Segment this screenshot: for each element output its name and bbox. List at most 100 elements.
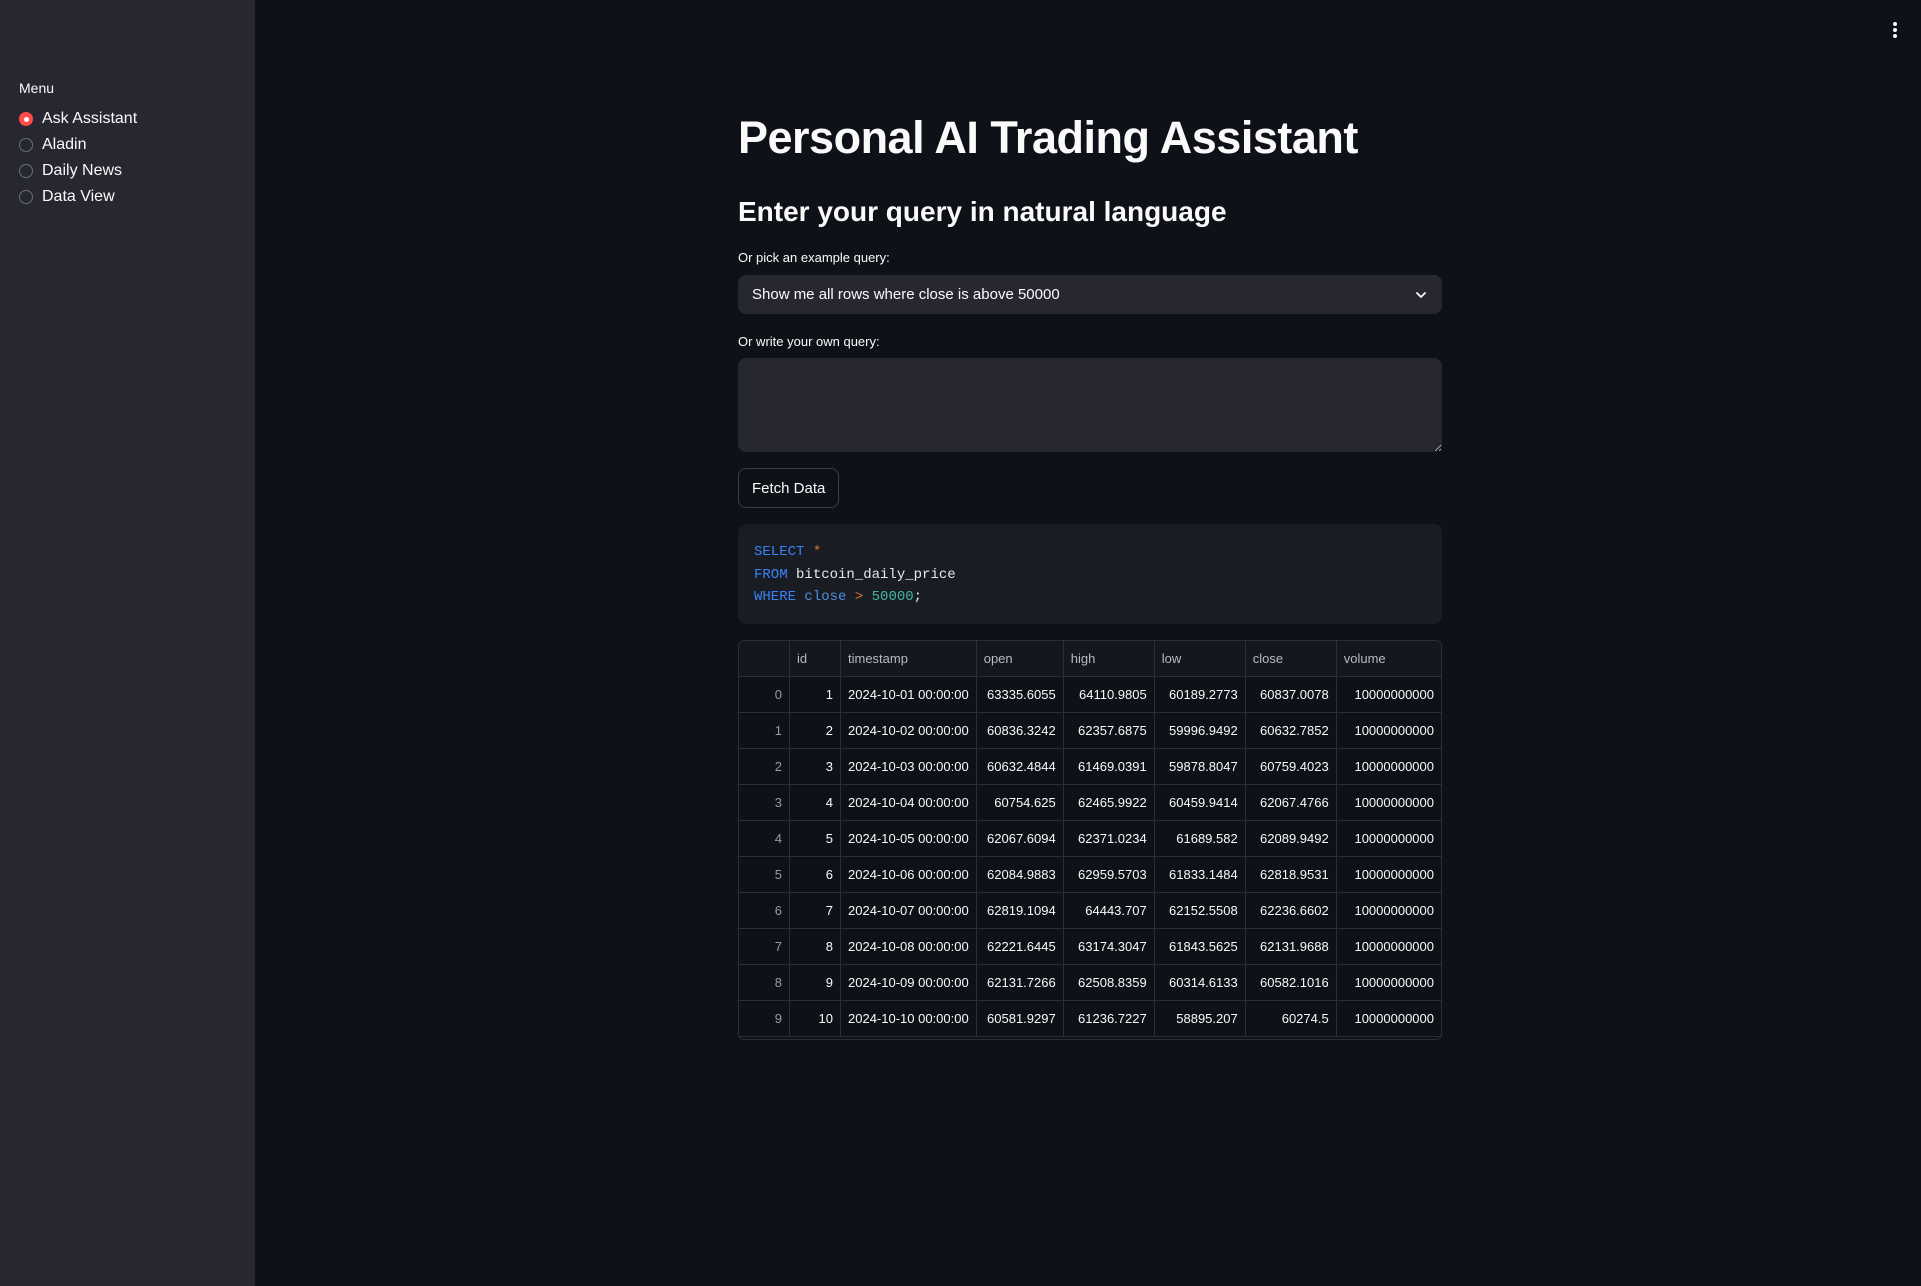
cell-volume[interactable]: 10000000000 [1336,892,1441,929]
cell-volume[interactable]: 10000000000 [1336,1000,1441,1037]
cell-volume[interactable]: 10000000000 [1336,820,1441,857]
cell-index[interactable]: 3 [739,784,790,821]
cell-volume[interactable]: 10000000000 [1336,712,1441,749]
example-query-select[interactable]: Show me all rows where close is above 50… [738,275,1442,314]
cell-open[interactable]: 60836.3242 [976,712,1064,749]
cell-volume[interactable]: 10000000000 [1336,928,1441,965]
own-query-textarea[interactable] [738,358,1442,452]
radio-selected-icon[interactable] [19,112,33,126]
cell-high[interactable]: 62508.8359 [1063,964,1155,1001]
table-row[interactable]: 0 1 2024-10-01 00:00:00 63335.6055 64110.980… [739,676,1441,713]
cell-timestamp[interactable]: 2024-10-01 00:00:00 [840,676,977,713]
cell-close[interactable]: 62236.6602 [1245,892,1337,929]
cell-timestamp[interactable]: 2024-10-08 00:00:00 [840,928,977,965]
cell-id[interactable]: 5 [789,820,841,857]
column-header-timestamp[interactable]: timestamp [840,641,977,677]
cell-close[interactable]: 60274.5 [1245,1000,1337,1037]
cell-index[interactable]: 9 [739,1000,790,1037]
cell-open[interactable]: 63335.6055 [976,676,1064,713]
cell-index[interactable]: 4 [739,820,790,857]
cell-timestamp[interactable]: 2024-10-02 00:00:00 [840,712,977,749]
fetch-data-button[interactable]: Fetch Data [738,468,840,508]
cell-index[interactable]: 0 [739,676,790,713]
table-row[interactable]: 9 10 2024-10-10 00:00:00 60581.9297 61236.72… [739,1000,1441,1037]
cell-timestamp[interactable]: 2024-10-07 00:00:00 [840,892,977,929]
cell-id[interactable]: 2 [789,712,841,749]
cell-low[interactable]: 61843.5625 [1154,928,1246,965]
cell-high[interactable]: 64110.9805 [1063,676,1155,713]
cell-index[interactable]: 5 [739,856,790,893]
cell-close[interactable]: 60837.0078 [1245,676,1337,713]
table-row[interactable]: 1 2 2024-10-02 00:00:00 60836.3242 62357.687… [739,712,1441,749]
column-header-id[interactable]: id [789,641,841,677]
cell-low[interactable]: 61689.582 [1154,820,1246,857]
cell-close[interactable]: 60759.4023 [1245,748,1337,785]
kebab-vertical-icon[interactable] [1891,20,1899,40]
cell-high[interactable]: 62959.5703 [1063,856,1155,893]
menu-item-ask-assistant[interactable]: Ask Assistant [19,106,137,132]
radio-unselected-icon[interactable] [19,164,33,178]
cell-high[interactable]: 62357.6875 [1063,712,1155,749]
menu-item-data-view[interactable]: Data View [19,184,137,210]
cell-id[interactable]: 10 [789,1000,841,1037]
cell-index[interactable]: 8 [739,964,790,1001]
cell-close[interactable]: 60632.7852 [1245,712,1337,749]
cell-index[interactable]: 2 [739,748,790,785]
cell-low[interactable]: 60189.2773 [1154,676,1246,713]
menu-item-daily-news[interactable]: Daily News [19,158,137,184]
cell-open[interactable]: 60581.9297 [976,1000,1064,1037]
table-row[interactable]: 7 8 2024-10-08 00:00:00 62221.6445 63174.304… [739,928,1441,965]
cell-id[interactable]: 6 [789,856,841,893]
cell-low[interactable]: 62152.5508 [1154,892,1246,929]
cell-open[interactable]: 62131.7266 [976,964,1064,1001]
column-header-index[interactable] [739,641,790,677]
cell-timestamp[interactable]: 2024-10-09 00:00:00 [840,964,977,1001]
radio-unselected-icon[interactable] [19,190,33,204]
cell-id[interactable]: 8 [789,928,841,965]
cell-close[interactable]: 62067.4766 [1245,784,1337,821]
column-header-open[interactable]: open [976,641,1064,677]
cell-open[interactable]: 62067.6094 [976,820,1064,857]
table-row[interactable]: 4 5 2024-10-05 00:00:00 62067.6094 62371.023… [739,820,1441,857]
menu-item-aladin[interactable]: Aladin [19,132,137,158]
cell-open[interactable]: 62221.6445 [976,928,1064,965]
column-header-volume[interactable]: volume [1336,641,1441,677]
cell-volume[interactable]: 10000000000 [1336,856,1441,893]
cell-high[interactable]: 61469.0391 [1063,748,1155,785]
cell-volume[interactable]: 10000000000 [1336,964,1441,1001]
cell-open[interactable]: 62084.9883 [976,856,1064,893]
cell-low[interactable]: 59996.9492 [1154,712,1246,749]
cell-timestamp[interactable]: 2024-10-05 00:00:00 [840,820,977,857]
cell-low[interactable]: 60459.9414 [1154,784,1246,821]
cell-high[interactable]: 64443.707 [1063,892,1155,929]
cell-index[interactable]: 1 [739,712,790,749]
cell-id[interactable]: 1 [789,676,841,713]
cell-timestamp[interactable]: 2024-10-03 00:00:00 [840,748,977,785]
cell-open[interactable]: 62819.1094 [976,892,1064,929]
radio-unselected-icon[interactable] [19,138,33,152]
table-row[interactable]: 5 6 2024-10-06 00:00:00 62084.9883 62959.570… [739,856,1441,893]
cell-low[interactable]: 61833.1484 [1154,856,1246,893]
cell-close[interactable]: 60582.1016 [1245,964,1337,1001]
cell-id[interactable]: 7 [789,892,841,929]
table-row[interactable]: 8 9 2024-10-09 00:00:00 62131.7266 62508.835… [739,964,1441,1001]
cell-timestamp[interactable]: 2024-10-06 00:00:00 [840,856,977,893]
cell-close[interactable]: 62818.9531 [1245,856,1337,893]
cell-timestamp[interactable]: 2024-10-10 00:00:00 [840,1000,977,1037]
column-header-low[interactable]: low [1154,641,1246,677]
table-row[interactable]: 3 4 2024-10-04 00:00:00 60754.625 62465.9922… [739,784,1441,821]
cell-volume[interactable]: 10000000000 [1336,748,1441,785]
column-header-close[interactable]: close [1245,641,1337,677]
cell-index[interactable]: 6 [739,892,790,929]
cell-volume[interactable]: 10000000000 [1336,784,1441,821]
cell-low[interactable]: 59878.8047 [1154,748,1246,785]
cell-high[interactable]: 62371.0234 [1063,820,1155,857]
column-header-high[interactable]: high [1063,641,1155,677]
table-row[interactable]: 6 7 2024-10-07 00:00:00 62819.1094 64443.707… [739,892,1441,929]
cell-high[interactable]: 63174.3047 [1063,928,1155,965]
cell-open[interactable]: 60632.4844 [976,748,1064,785]
cell-volume[interactable]: 10000000000 [1336,676,1441,713]
cell-id[interactable]: 9 [789,964,841,1001]
cell-low[interactable]: 60314.6133 [1154,964,1246,1001]
cell-timestamp[interactable]: 2024-10-04 00:00:00 [840,784,977,821]
